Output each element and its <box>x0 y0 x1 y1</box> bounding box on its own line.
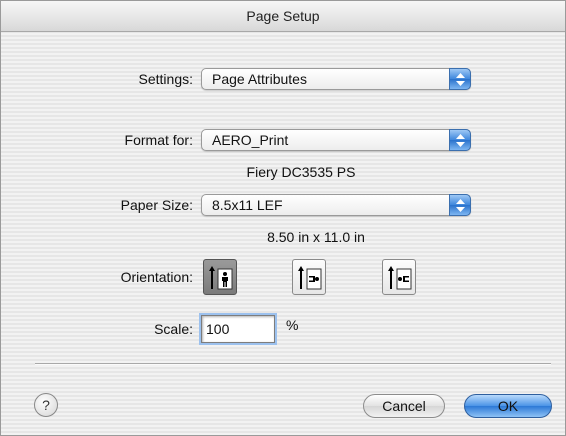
portrait-icon <box>209 266 233 290</box>
landscape-left-icon <box>298 266 322 290</box>
popup-arrows-icon <box>449 129 471 151</box>
orientation-label: Orientation: <box>120 269 193 285</box>
divider <box>35 363 551 365</box>
ok-button[interactable]: OK <box>464 394 552 418</box>
popup-arrows-icon <box>449 68 471 90</box>
paper-size-popup[interactable]: 8.5x11 LEF <box>201 194 471 216</box>
format-for-label: Format for: <box>124 132 193 148</box>
paper-size-value: 8.5x11 LEF <box>212 197 283 213</box>
scale-label: Scale: <box>154 321 193 337</box>
page-setup-dialog: Page Setup Settings: Page Attributes For… <box>0 0 566 436</box>
scale-input[interactable]: 100 <box>201 315 275 343</box>
format-for-value: AERO_Print <box>212 132 289 148</box>
paper-dimensions-text: 8.50 in x 11.0 in <box>267 229 365 245</box>
printer-model-text: Fiery DC3535 PS <box>246 164 356 180</box>
settings-label: Settings: <box>138 71 193 87</box>
paper-size-label: Paper Size: <box>120 197 193 213</box>
help-button[interactable]: ? <box>34 393 58 417</box>
cancel-button[interactable]: Cancel <box>363 394 445 418</box>
orientation-landscape-left-button[interactable] <box>292 259 326 295</box>
orientation-portrait-button[interactable] <box>203 259 237 295</box>
format-for-popup[interactable]: AERO_Print <box>201 129 471 151</box>
scale-unit: % <box>286 317 299 333</box>
landscape-right-icon <box>388 266 412 290</box>
window-title: Page Setup <box>1 1 565 32</box>
popup-arrows-icon <box>449 194 471 216</box>
settings-value: Page Attributes <box>212 71 307 87</box>
orientation-landscape-right-button[interactable] <box>382 259 416 295</box>
settings-popup[interactable]: Page Attributes <box>201 68 471 90</box>
